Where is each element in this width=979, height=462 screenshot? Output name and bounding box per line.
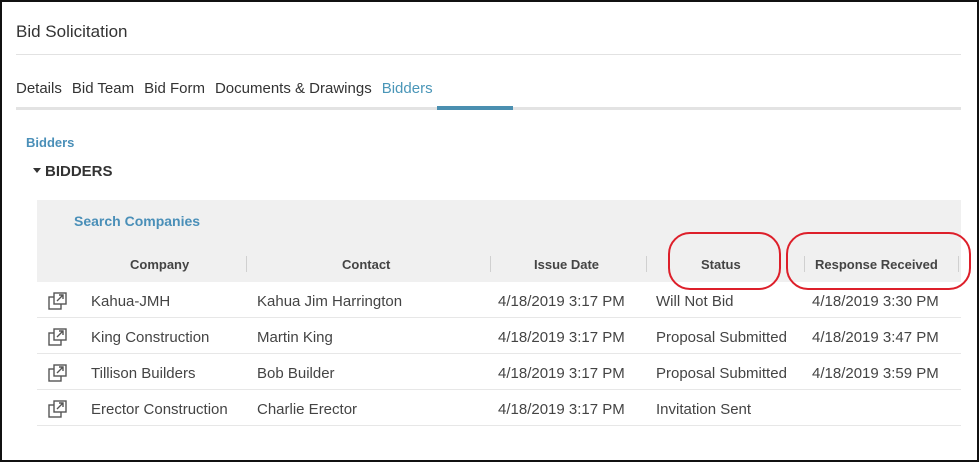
cell-response-received: 4/18/2019 3:59 PM (812, 365, 939, 382)
tab-bid-form[interactable]: Bid Form (144, 80, 205, 97)
cell-response-received: 4/18/2019 3:47 PM (812, 329, 939, 346)
cell-company: King Construction (91, 329, 210, 346)
caret-down-icon[interactable] (33, 167, 41, 173)
open-in-window-icon[interactable] (48, 292, 67, 311)
tab-bar: Details Bid Team Bid Form Documents & Dr… (16, 80, 443, 97)
cell-issue-date: 4/18/2019 3:17 PM (498, 365, 625, 382)
cell-contact: Bob Builder (257, 365, 335, 382)
column-header-company[interactable]: Company (130, 257, 189, 272)
column-divider[interactable] (646, 256, 647, 272)
tab-details[interactable]: Details (16, 80, 62, 97)
column-divider[interactable] (246, 256, 247, 272)
cell-status: Invitation Sent (656, 401, 752, 418)
cell-response-received: 4/18/2019 3:30 PM (812, 293, 939, 310)
column-header-issue-date[interactable]: Issue Date (534, 257, 599, 272)
status-annotation-circle (668, 232, 781, 290)
cell-company: Tillison Builders (91, 365, 196, 382)
column-divider[interactable] (490, 256, 491, 272)
window-title: Bid Solicitation (16, 22, 128, 41)
section-title: BIDDERS (45, 163, 113, 180)
breadcrumb[interactable]: Bidders (26, 135, 74, 150)
open-in-window-icon[interactable] (48, 400, 67, 419)
active-tab-indicator (437, 106, 513, 110)
cell-contact: Martin King (257, 329, 333, 346)
open-in-window-icon[interactable] (48, 364, 67, 383)
tab-documents-drawings[interactable]: Documents & Drawings (215, 80, 372, 97)
cell-status: Proposal Submitted (656, 329, 787, 346)
cell-contact: Charlie Erector (257, 401, 358, 418)
cell-company: Kahua-JMH (91, 293, 171, 310)
open-in-window-icon[interactable] (48, 328, 67, 347)
tab-bidders[interactable]: Bidders (382, 80, 433, 97)
cell-issue-date: 4/18/2019 3:17 PM (498, 329, 625, 346)
cell-contact: Kahua Jim Harrington (257, 293, 403, 310)
cell-issue-date: 4/18/2019 3:17 PM (498, 401, 625, 418)
cell-status: Proposal Submitted (656, 365, 787, 382)
tab-bid-team[interactable]: Bid Team (72, 80, 134, 97)
cell-status: Will Not Bid (656, 293, 734, 310)
section-header-bidders[interactable]: BIDDERS (33, 163, 113, 180)
cell-issue-date: 4/18/2019 3:17 PM (498, 293, 625, 310)
column-header-contact[interactable]: Contact (342, 257, 390, 272)
cell-company: Erector Construction (91, 401, 228, 418)
title-divider (16, 54, 961, 55)
search-companies-link[interactable]: Search Companies (74, 213, 200, 229)
response-annotation-circle (786, 232, 971, 290)
